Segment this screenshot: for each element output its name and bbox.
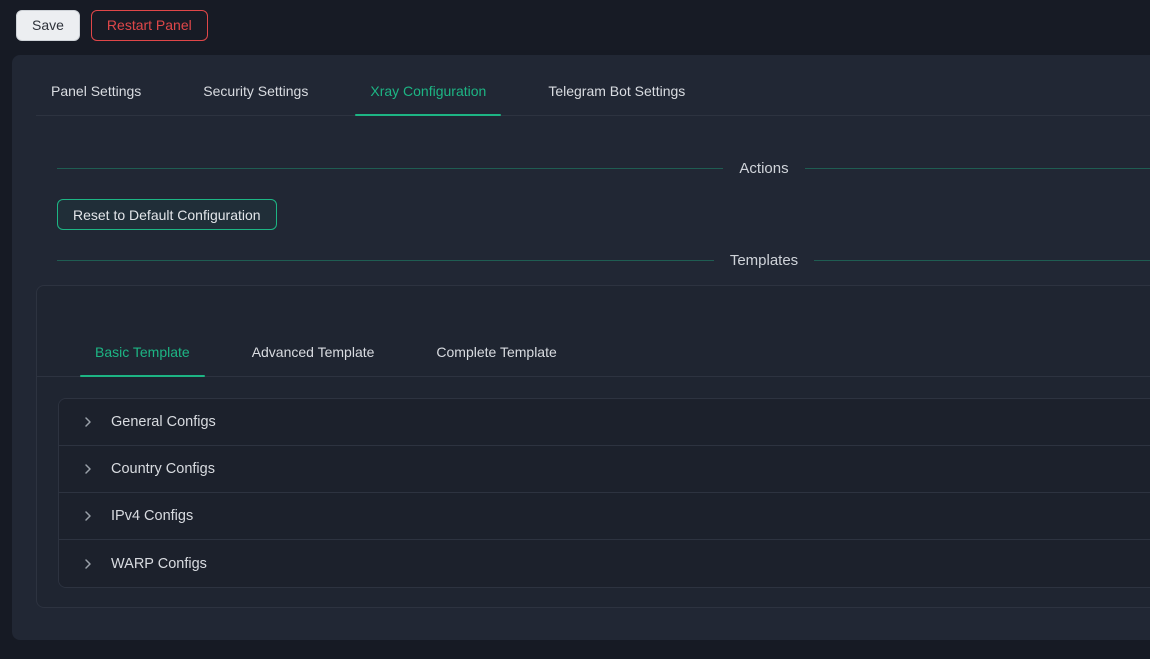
reset-default-configuration-label: Reset to Default Configuration [73,207,261,223]
restart-panel-button-label: Restart Panel [107,17,192,33]
accordion-item-ipv4-configs[interactable]: IPv4 Configs [59,493,1150,540]
tab-xray-configuration[interactable]: Xray Configuration [355,79,501,115]
tab-advanced-template[interactable]: Advanced Template [237,336,390,376]
reset-default-configuration-button[interactable]: Reset to Default Configuration [57,199,277,230]
template-configs-accordion: General Configs Country Configs IPv4 Con… [58,398,1150,588]
accordion-item-warp-configs[interactable]: WARP Configs [59,540,1150,587]
save-button[interactable]: Save [16,10,80,41]
tab-telegram-bot-settings[interactable]: Telegram Bot Settings [533,79,700,115]
settings-tabbar: Panel Settings Security Settings Xray Co… [36,79,1150,116]
save-button-label: Save [32,17,64,33]
accordion-item-label: IPv4 Configs [111,508,193,524]
settings-card: Panel Settings Security Settings Xray Co… [12,55,1150,640]
restart-panel-button[interactable]: Restart Panel [91,10,208,41]
accordion-item-label: Country Configs [111,461,215,477]
top-toolbar: Save Restart Panel [0,0,1150,50]
templates-card: Basic Template Advanced Template Complet… [36,285,1150,608]
tab-security-settings[interactable]: Security Settings [188,79,323,115]
tab-basic-template[interactable]: Basic Template [80,336,205,376]
templates-divider-label: Templates [730,252,798,269]
actions-divider-label: Actions [739,160,788,177]
chevron-right-icon [82,558,94,570]
templates-tabbar: Basic Template Advanced Template Complet… [37,336,1150,377]
accordion-item-label: General Configs [111,414,216,430]
actions-divider: Actions [57,160,1150,177]
chevron-right-icon [82,510,94,522]
accordion-item-label: WARP Configs [111,556,207,572]
tab-complete-template[interactable]: Complete Template [421,336,571,376]
accordion-item-country-configs[interactable]: Country Configs [59,446,1150,493]
actions-section: Reset to Default Configuration [57,177,1150,230]
chevron-right-icon [82,463,94,475]
accordion-item-general-configs[interactable]: General Configs [59,399,1150,446]
chevron-right-icon [82,416,94,428]
templates-divider: Templates [57,252,1150,269]
tab-panel-settings[interactable]: Panel Settings [36,79,156,115]
